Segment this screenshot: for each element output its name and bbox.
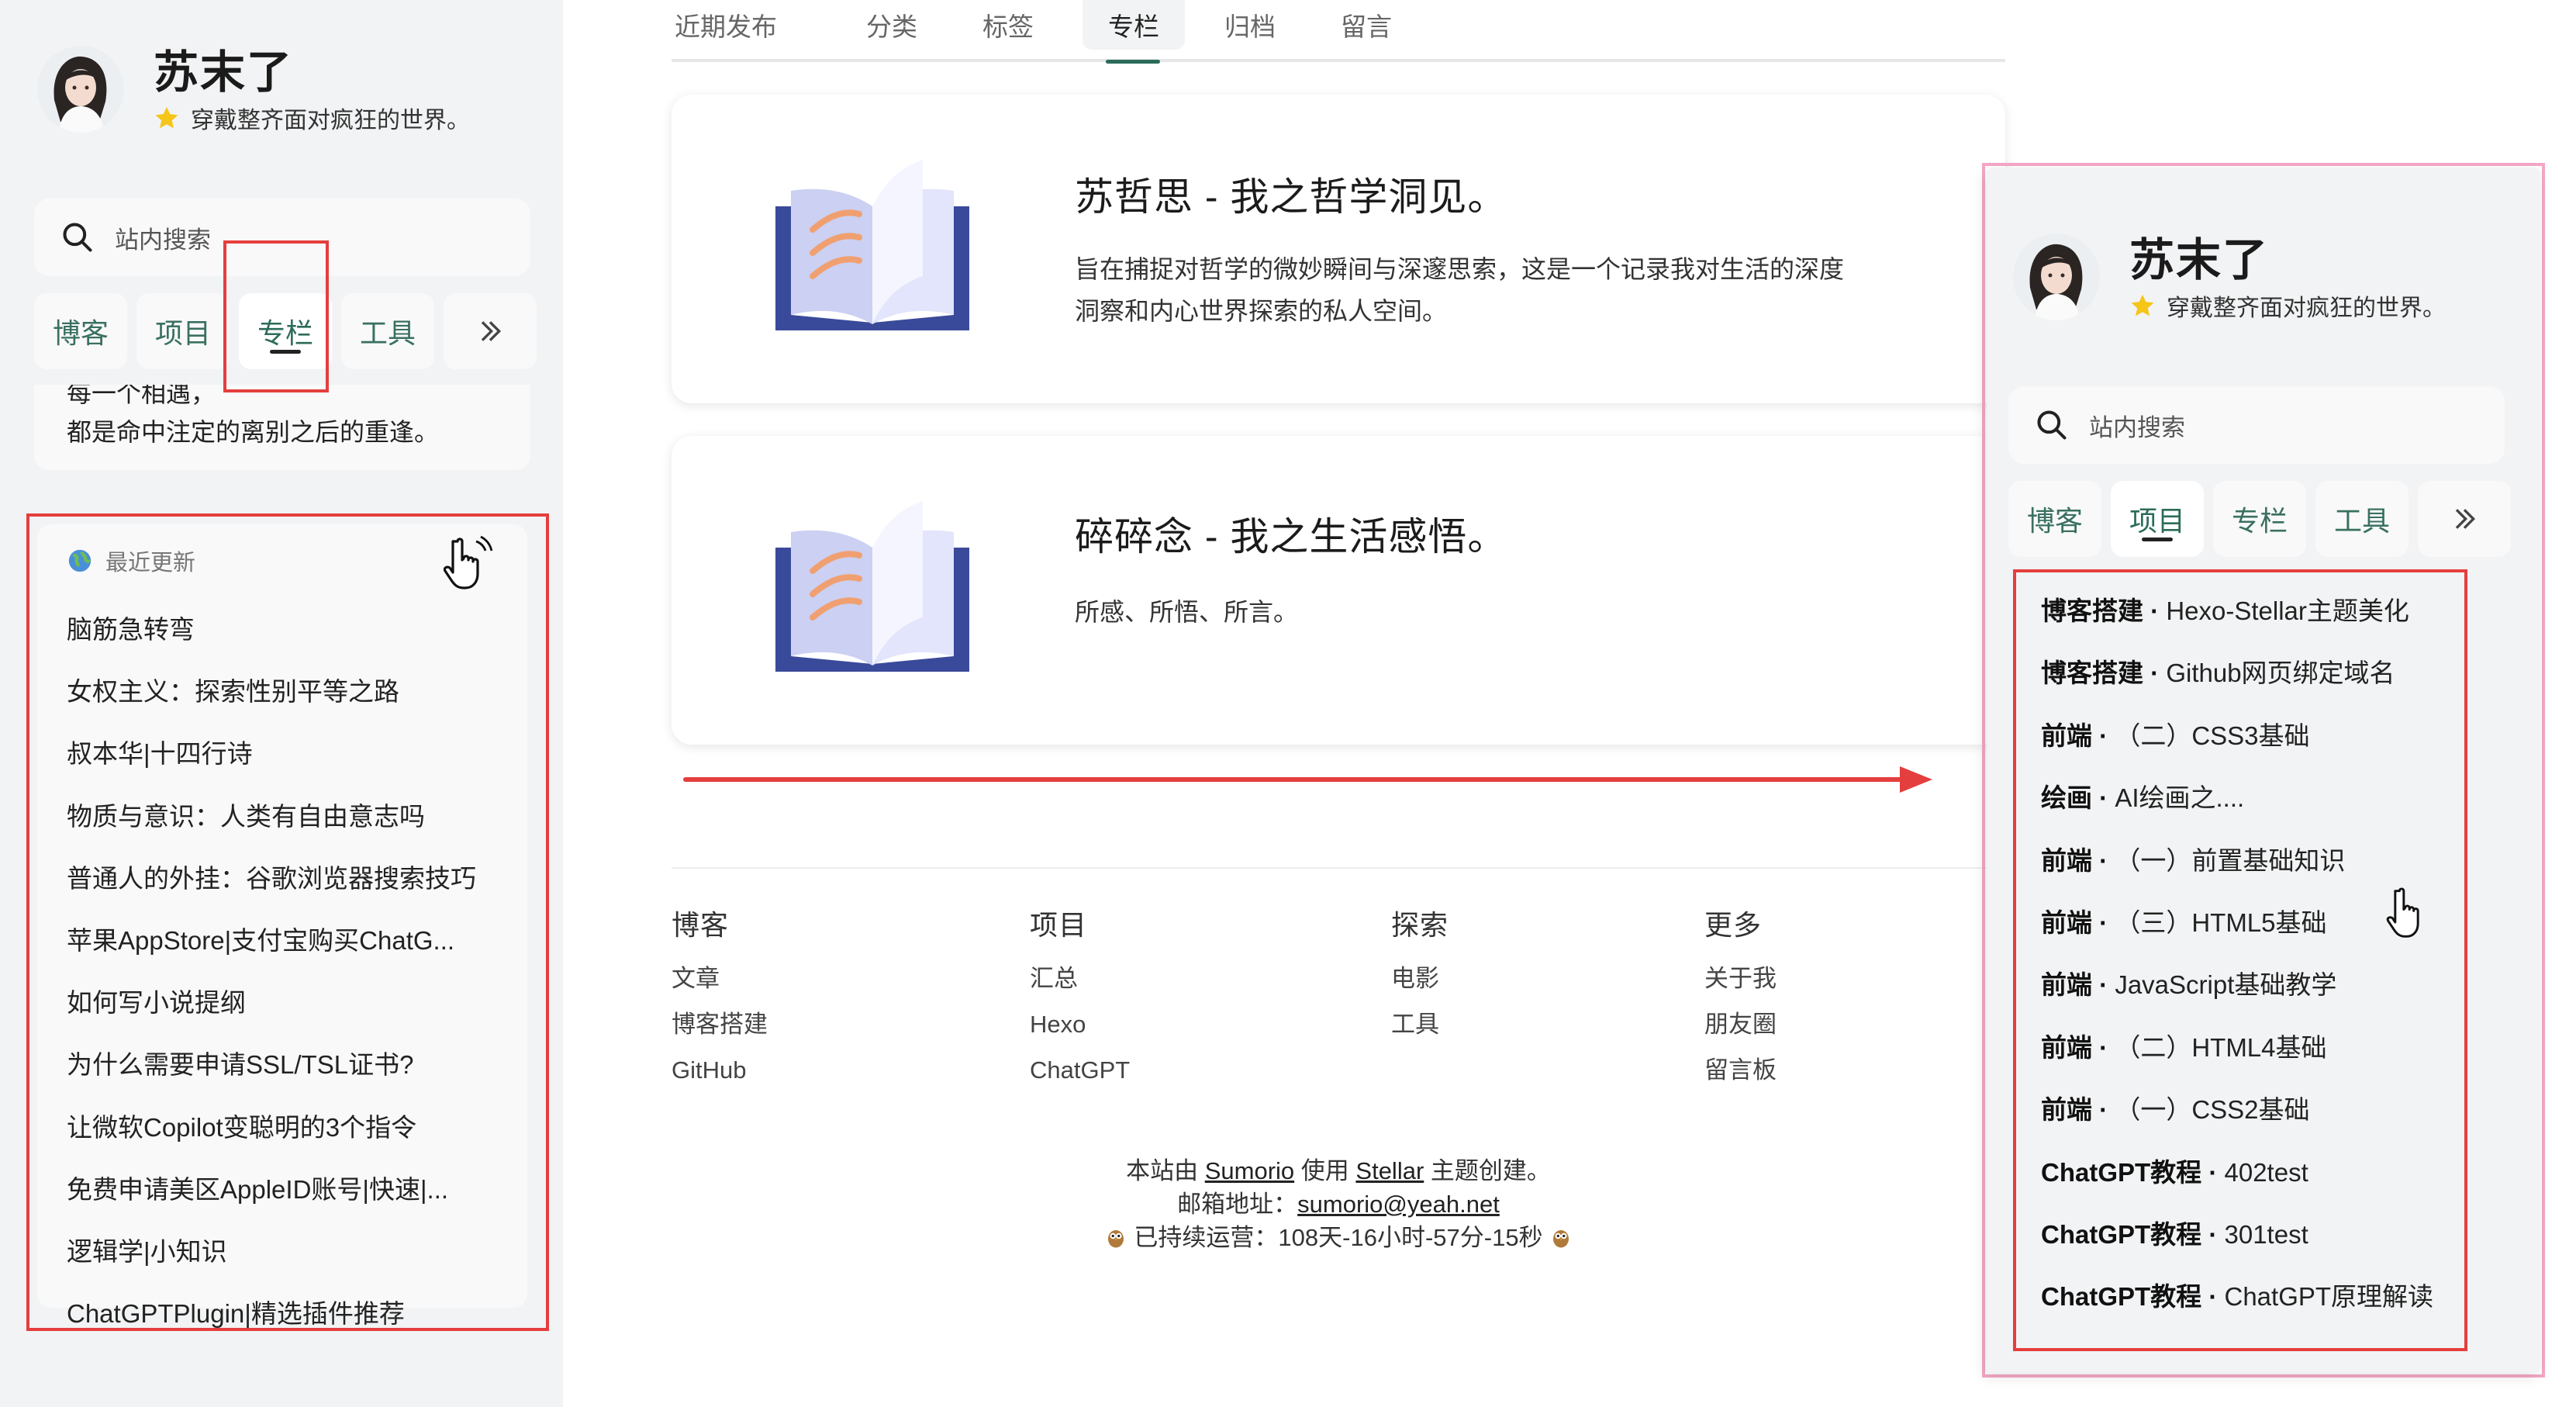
hand-pointer-icon xyxy=(2386,887,2419,938)
column-desc-line: 旨在捕捉对哲学的微妙瞬间与深邃思索，这是一个记录我对生活的深度 xyxy=(1075,255,1845,283)
footer-text: 使用 xyxy=(1300,1157,1349,1184)
footer-link[interactable]: 汇总 xyxy=(1030,965,1130,1011)
footer-divider xyxy=(672,867,2005,869)
footer-col-title: 更多 xyxy=(1704,909,1763,941)
footer-credit-line: 本站由 Sumorio 使用 Stellar 主题创建。 xyxy=(672,1154,2005,1187)
nav-tab-projects[interactable]: 项目 xyxy=(2111,481,2204,557)
sidebar-nav-tabs: 博客 项目 专栏 工具 xyxy=(2008,481,2520,557)
profile-motto-text: 穿戴整齐面对疯狂的世界。 xyxy=(2167,296,2446,321)
quote-line-1: 每一个相遇， xyxy=(67,385,216,407)
footer-link[interactable]: 关于我 xyxy=(1704,965,1777,1011)
top-tab-categories[interactable]: 分类 xyxy=(861,0,923,50)
owl-icon xyxy=(1552,1229,1569,1247)
footer-link[interactable]: Hexo xyxy=(1030,1011,1130,1056)
profile-motto: 穿戴整齐面对疯狂的世界。 xyxy=(2129,289,2446,323)
nav-tab-columns[interactable]: 专栏 xyxy=(2213,481,2306,557)
email-link[interactable]: sumorio@yeah.net xyxy=(1297,1191,1500,1218)
footer-link[interactable]: 文章 xyxy=(672,965,768,1011)
footer-col-projects: 项目 汇总 Hexo ChatGPT xyxy=(1030,903,1130,1102)
footer-uptime-line: 已持续运营：108天-16小时-57分-15秒 xyxy=(672,1221,2005,1254)
search-icon xyxy=(63,223,92,252)
avatar[interactable] xyxy=(37,46,124,133)
highlight-box-recent-updates xyxy=(26,513,549,1331)
profile-name[interactable]: 苏末了 xyxy=(154,43,470,102)
footer-col-more: 更多 关于我 朋友圈 留言板 xyxy=(1704,903,1777,1102)
top-tab-guestbook[interactable]: 留言 xyxy=(1335,0,1397,50)
footer-link[interactable]: 电影 xyxy=(1391,965,1449,1011)
nav-more-button[interactable] xyxy=(2418,481,2511,557)
theme-link[interactable]: Stellar xyxy=(1355,1157,1424,1184)
highlight-box-columns-tab xyxy=(223,240,329,392)
arrow-right-icon xyxy=(683,766,1932,793)
footer-info: 本站由 Sumorio 使用 Stellar 主题创建。 邮箱地址：sumori… xyxy=(672,1154,2005,1254)
column-desc: 旨在捕捉对哲学的微妙瞬间与深邃思索，这是一个记录我对生活的深度 洞察和内心世界探… xyxy=(1075,248,1943,332)
quote-card: 每一个相遇， 都是命中注定的离别之后的重逢。 xyxy=(34,385,530,470)
nav-more-button[interactable] xyxy=(444,293,537,369)
double-chevron-right-icon xyxy=(2455,509,2476,529)
footer-link[interactable]: 工具 xyxy=(1391,1011,1449,1056)
column-desc-line: 所感、所悟、所言。 xyxy=(1075,598,1299,626)
footer-col-title: 博客 xyxy=(672,909,730,941)
footer-col-title: 探索 xyxy=(1391,909,1449,941)
footer-text: 主题创建。 xyxy=(1430,1157,1551,1184)
column-title[interactable]: 碎碎念 - 我之生活感悟。 xyxy=(1075,506,1507,562)
top-tab-columns[interactable]: 专栏 xyxy=(1083,0,1185,64)
column-card-philosophy[interactable]: 苏哲思 - 我之哲学洞见。 旨在捕捉对哲学的微妙瞬间与深邃思索，这是一个记录我对… xyxy=(672,95,2005,403)
author-link[interactable]: Sumorio xyxy=(1205,1157,1294,1184)
footer-link[interactable]: 朋友圈 xyxy=(1704,1011,1777,1056)
top-tab-archive[interactable]: 归档 xyxy=(1219,0,1281,50)
footer-link[interactable]: 留言板 xyxy=(1704,1056,1777,1102)
owl-icon xyxy=(1108,1229,1124,1247)
column-card-life[interactable]: 碎碎念 - 我之生活感悟。 所感、所悟、所言。 xyxy=(672,436,2005,745)
search-placeholder: 站内搜索 xyxy=(2089,413,2185,441)
search-icon xyxy=(2037,410,2067,440)
nav-tab-tools[interactable]: 工具 xyxy=(2315,481,2409,557)
profile-motto-text: 穿戴整齐面对疯狂的世界。 xyxy=(191,108,470,133)
quote-line-2: 都是命中注定的离别之后的重逢。 xyxy=(67,418,440,446)
top-tabs: 近期发布 分类 标签 专栏 归档 留言 xyxy=(672,0,2005,64)
top-tab-recent[interactable]: 近期发布 xyxy=(672,0,780,50)
uptime-text: 已持续运营：108天-16小时-57分-15秒 xyxy=(1134,1224,1543,1251)
search-box[interactable]: 站内搜索 xyxy=(2008,386,2505,464)
profile[interactable]: 苏末了 穿戴整齐面对疯狂的世界。 xyxy=(2013,231,2446,323)
profile-motto: 穿戴整齐面对疯狂的世界。 xyxy=(154,101,470,135)
star-icon xyxy=(155,106,178,129)
footer-email-line: 邮箱地址：sumorio@yeah.net xyxy=(672,1187,2005,1221)
search-placeholder: 站内搜索 xyxy=(115,226,211,254)
footer-col-blog: 博客 文章 博客搭建 GitHub xyxy=(672,903,768,1102)
footer-col-title: 项目 xyxy=(1030,909,1088,941)
footer-link[interactable]: ChatGPT xyxy=(1030,1056,1130,1102)
column-title[interactable]: 苏哲思 - 我之哲学洞见。 xyxy=(1075,166,1507,222)
hand-pointer-icon xyxy=(443,535,493,589)
footer-text: 本站由 xyxy=(1126,1157,1199,1184)
highlight-box-project-list xyxy=(2013,569,2467,1351)
top-tab-tags[interactable]: 标签 xyxy=(977,0,1039,50)
footer-text: 邮箱地址： xyxy=(1177,1191,1298,1218)
nav-tab-blog[interactable]: 博客 xyxy=(2008,481,2101,557)
star-icon xyxy=(2131,294,2154,316)
footer-col-explore: 探索 电影 工具 xyxy=(1391,903,1449,1056)
column-desc-line: 洞察和内心世界探索的私人空间。 xyxy=(1075,297,1448,325)
profile-name[interactable]: 苏末了 xyxy=(2129,231,2446,290)
open-book-icon xyxy=(775,501,969,672)
double-chevron-right-icon xyxy=(481,321,502,341)
nav-tab-blog[interactable]: 博客 xyxy=(34,293,127,369)
nav-tab-tools[interactable]: 工具 xyxy=(341,293,434,369)
footer-link[interactable]: 博客搭建 xyxy=(672,1011,768,1056)
profile[interactable]: 苏末了 穿戴整齐面对疯狂的世界。 xyxy=(37,43,470,135)
column-desc: 所感、所悟、所言。 xyxy=(1075,591,1943,633)
open-book-icon xyxy=(775,160,969,330)
nav-tab-projects[interactable]: 项目 xyxy=(136,293,230,369)
avatar[interactable] xyxy=(2013,233,2100,320)
footer-link[interactable]: GitHub xyxy=(672,1056,768,1102)
